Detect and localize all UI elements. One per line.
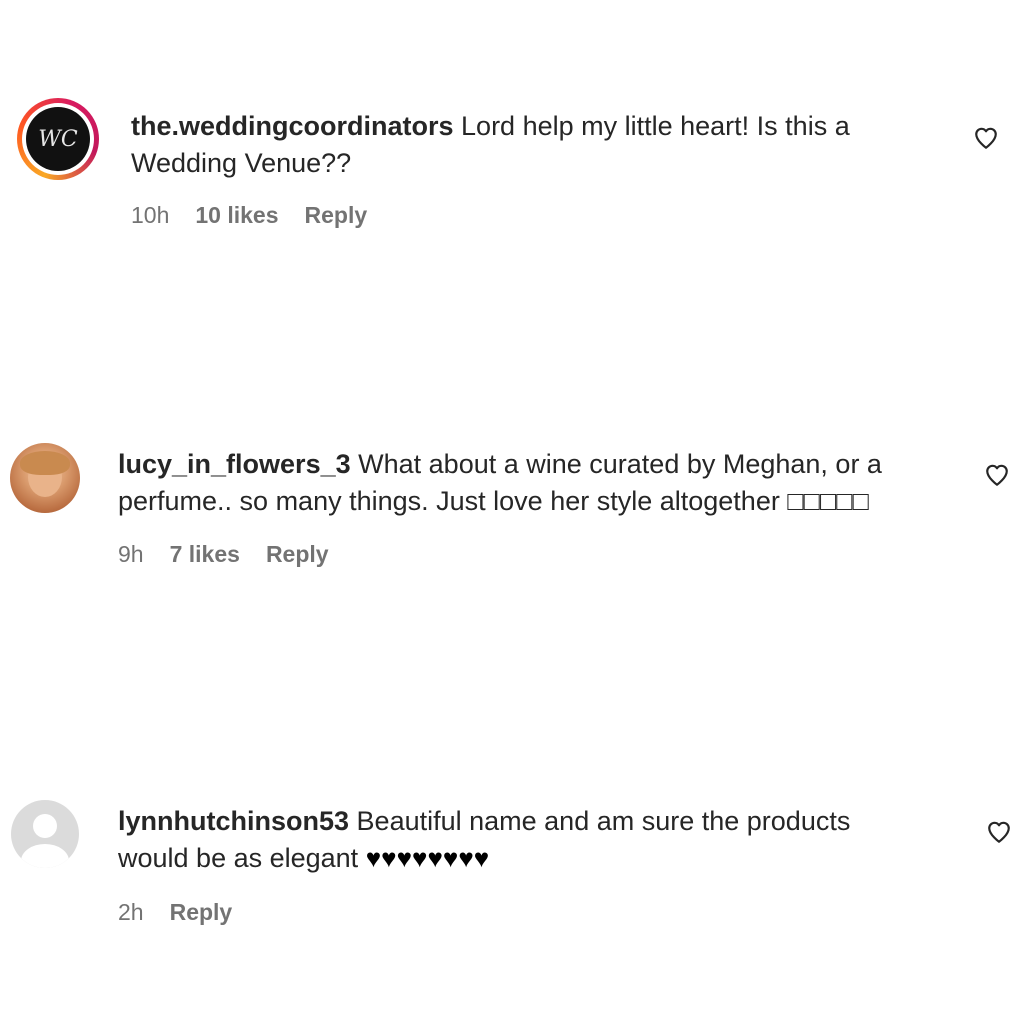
comment-username[interactable]: lynnhutchinson53: [118, 806, 349, 836]
like-heart-icon[interactable]: [986, 819, 1012, 845]
comment-time: 2h: [118, 899, 144, 925]
avatar[interactable]: [11, 800, 79, 868]
comment-meta: 2h Reply: [118, 899, 232, 926]
comment-body-line2: would be as elegant: [118, 843, 359, 873]
reply-button[interactable]: Reply: [170, 899, 233, 926]
comment-body: Beautiful name and am sure the products: [356, 806, 851, 836]
heart-emojis: ♥♥♥♥♥♥♥♥: [365, 843, 490, 873]
comment-text: lynnhutchinson53 Beautiful name and am s…: [118, 803, 968, 877]
comment-item: lynnhutchinson53 Beautiful name and am s…: [0, 0, 1024, 1000]
